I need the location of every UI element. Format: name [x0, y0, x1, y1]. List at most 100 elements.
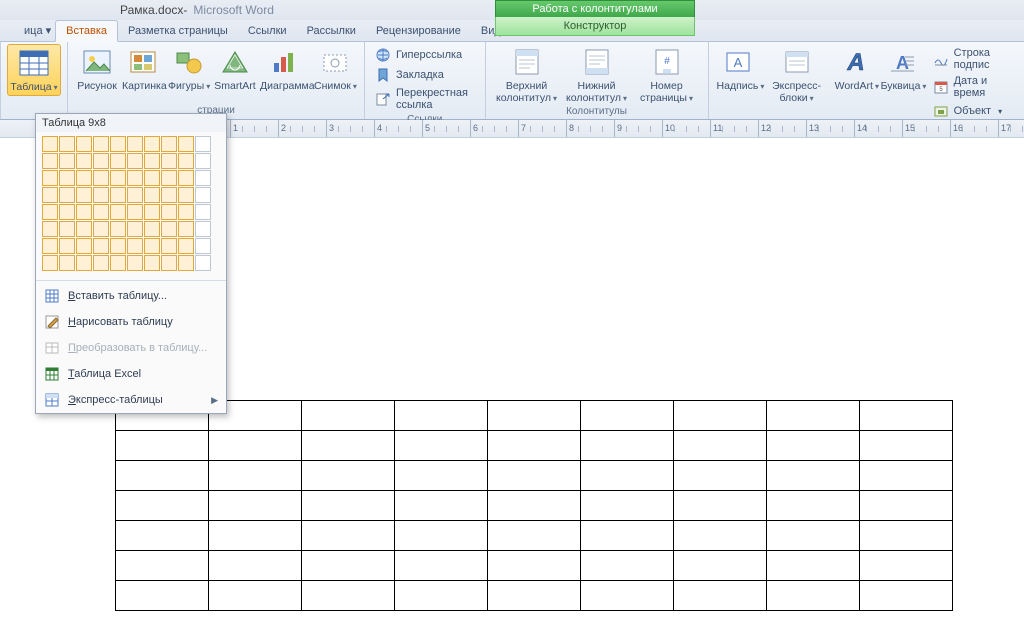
- grid-picker-cell[interactable]: [195, 136, 211, 152]
- doc-table-cell[interactable]: [395, 581, 488, 611]
- table-grid-picker[interactable]: [36, 132, 226, 278]
- grid-picker-cell[interactable]: [195, 170, 211, 186]
- doc-table-cell[interactable]: [767, 581, 860, 611]
- picture-button[interactable]: Рисунок: [74, 44, 120, 94]
- grid-picker-cell[interactable]: [195, 153, 211, 169]
- grid-picker-cell[interactable]: [42, 221, 58, 237]
- doc-table-cell[interactable]: [581, 461, 674, 491]
- doc-table-cell[interactable]: [209, 461, 302, 491]
- grid-picker-cell[interactable]: [161, 136, 177, 152]
- tab-mailings[interactable]: Рассылки: [297, 21, 366, 41]
- quickparts-button[interactable]: Экспресс-блоки: [761, 44, 833, 106]
- clipart-button[interactable]: Картинка: [120, 44, 166, 94]
- grid-picker-cell[interactable]: [144, 187, 160, 203]
- tab-references[interactable]: Ссылки: [238, 21, 297, 41]
- table-menu-item-3[interactable]: Таблица Excel: [36, 361, 226, 387]
- doc-table-cell[interactable]: [860, 461, 953, 491]
- grid-picker-cell[interactable]: [59, 170, 75, 186]
- grid-picker-cell[interactable]: [178, 255, 194, 271]
- smartart-button[interactable]: SmartArt: [212, 44, 258, 94]
- object-button[interactable]: Объект▾: [931, 102, 1016, 120]
- grid-picker-cell[interactable]: [195, 238, 211, 254]
- grid-picker-cell[interactable]: [93, 136, 109, 152]
- grid-picker-cell[interactable]: [42, 238, 58, 254]
- doc-table-cell[interactable]: [581, 401, 674, 431]
- table-menu-item-4[interactable]: Экспресс-таблицы▶: [36, 387, 226, 413]
- grid-picker-cell[interactable]: [59, 187, 75, 203]
- tab-insert[interactable]: Вставка: [55, 20, 118, 42]
- grid-picker-cell[interactable]: [127, 238, 143, 254]
- grid-picker-cell[interactable]: [195, 221, 211, 237]
- doc-table-cell[interactable]: [209, 581, 302, 611]
- grid-picker-cell[interactable]: [127, 204, 143, 220]
- grid-picker-cell[interactable]: [144, 238, 160, 254]
- grid-picker-cell[interactable]: [76, 255, 92, 271]
- table-button[interactable]: Таблица: [7, 44, 61, 96]
- doc-table-cell[interactable]: [209, 491, 302, 521]
- grid-picker-cell[interactable]: [127, 136, 143, 152]
- doc-table-cell[interactable]: [581, 431, 674, 461]
- grid-picker-cell[interactable]: [42, 170, 58, 186]
- grid-picker-cell[interactable]: [76, 170, 92, 186]
- header-button[interactable]: Верхний колонтитул: [492, 44, 562, 106]
- grid-picker-cell[interactable]: [161, 204, 177, 220]
- footer-button[interactable]: Нижний колонтитул: [562, 44, 632, 106]
- grid-picker-cell[interactable]: [110, 238, 126, 254]
- grid-picker-cell[interactable]: [144, 221, 160, 237]
- grid-picker-cell[interactable]: [59, 204, 75, 220]
- grid-picker-cell[interactable]: [59, 221, 75, 237]
- grid-picker-cell[interactable]: [76, 238, 92, 254]
- doc-table-cell[interactable]: [302, 401, 395, 431]
- doc-table-cell[interactable]: [674, 491, 767, 521]
- grid-picker-cell[interactable]: [195, 255, 211, 271]
- doc-table-cell[interactable]: [581, 551, 674, 581]
- grid-picker-cell[interactable]: [59, 255, 75, 271]
- tab-page-layout[interactable]: Разметка страницы: [118, 21, 238, 41]
- doc-table-cell[interactable]: [860, 551, 953, 581]
- doc-table-cell[interactable]: [488, 461, 581, 491]
- doc-table-cell[interactable]: [302, 461, 395, 491]
- doc-table-cell[interactable]: [488, 401, 581, 431]
- grid-picker-cell[interactable]: [59, 153, 75, 169]
- doc-table-cell[interactable]: [488, 491, 581, 521]
- doc-table-cell[interactable]: [674, 581, 767, 611]
- page-number-button[interactable]: # Номер страницы: [632, 44, 702, 106]
- grid-picker-cell[interactable]: [93, 153, 109, 169]
- doc-table-cell[interactable]: [674, 401, 767, 431]
- grid-picker-cell[interactable]: [76, 221, 92, 237]
- doc-table-cell[interactable]: [395, 551, 488, 581]
- grid-picker-cell[interactable]: [144, 170, 160, 186]
- doc-table-cell[interactable]: [488, 431, 581, 461]
- grid-picker-cell[interactable]: [76, 187, 92, 203]
- grid-picker-cell[interactable]: [110, 255, 126, 271]
- screenshot-button[interactable]: Снимок: [312, 44, 358, 94]
- grid-picker-cell[interactable]: [161, 221, 177, 237]
- doc-table-cell[interactable]: [674, 431, 767, 461]
- doc-table-cell[interactable]: [767, 461, 860, 491]
- doc-table-cell[interactable]: [860, 521, 953, 551]
- table-menu-item-0[interactable]: Вставить таблицу...: [36, 283, 226, 309]
- doc-table-cell[interactable]: [395, 521, 488, 551]
- doc-table-cell[interactable]: [302, 431, 395, 461]
- doc-table-cell[interactable]: [581, 581, 674, 611]
- doc-table-cell[interactable]: [581, 491, 674, 521]
- doc-table-cell[interactable]: [209, 431, 302, 461]
- grid-picker-cell[interactable]: [144, 136, 160, 152]
- doc-table-cell[interactable]: [581, 521, 674, 551]
- truncated-left-control[interactable]: ица ▾: [20, 20, 55, 41]
- doc-table-cell[interactable]: [395, 401, 488, 431]
- grid-picker-cell[interactable]: [110, 153, 126, 169]
- grid-picker-cell[interactable]: [161, 238, 177, 254]
- grid-picker-cell[interactable]: [178, 136, 194, 152]
- hyperlink-button[interactable]: Гиперссылка: [373, 46, 477, 64]
- doc-table-cell[interactable]: [860, 401, 953, 431]
- grid-picker-cell[interactable]: [42, 153, 58, 169]
- grid-picker-cell[interactable]: [110, 170, 126, 186]
- grid-picker-cell[interactable]: [76, 204, 92, 220]
- grid-picker-cell[interactable]: [195, 187, 211, 203]
- signature-line-button[interactable]: Строка подпис: [931, 46, 1016, 72]
- doc-table-cell[interactable]: [209, 551, 302, 581]
- doc-table-cell[interactable]: [116, 581, 209, 611]
- grid-picker-cell[interactable]: [178, 187, 194, 203]
- grid-picker-cell[interactable]: [42, 255, 58, 271]
